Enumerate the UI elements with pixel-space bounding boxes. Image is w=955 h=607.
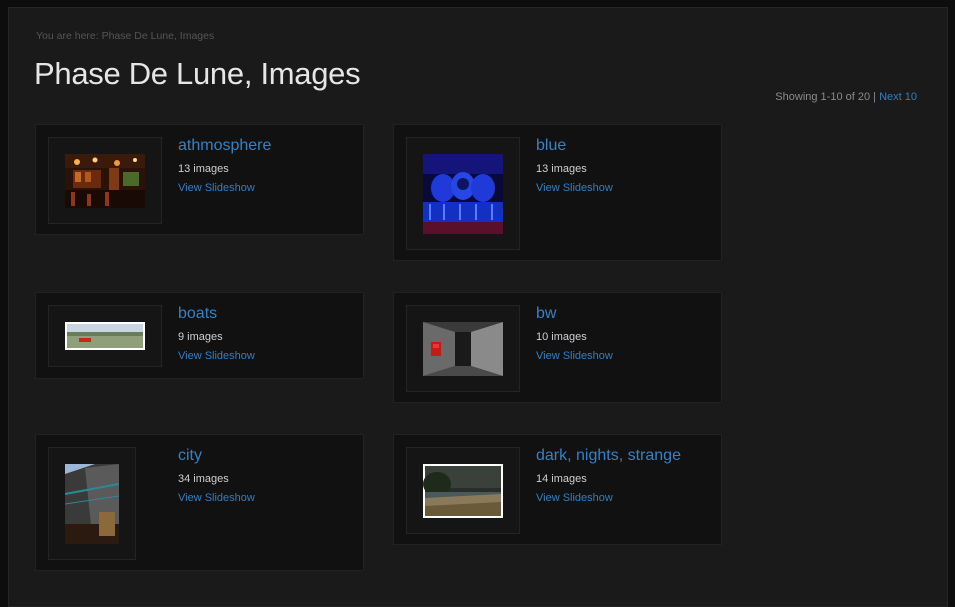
album-title-link[interactable]: blue [536,137,613,155]
album-thumbnail-frame[interactable] [48,447,136,560]
album-thumbnail-image[interactable] [423,154,503,234]
album-thumbnail-image[interactable] [65,322,145,350]
pagination: Showing 1-10 of 20 | Next 10 [775,91,917,103]
view-slideshow-link[interactable]: View Slideshow [536,350,613,362]
album-title-link[interactable]: bw [536,305,613,323]
album-card-bw: bw 10 images View Slideshow [393,292,722,403]
content-frame: You are here: Phase De Lune, Images Phas… [8,7,948,607]
album-image-count: 13 images [536,163,587,175]
album-info: dark, nights, strange 14 images View Sli… [536,447,681,504]
album-card-dark-nights-strange: dark, nights, strange 14 images View Sli… [393,434,722,545]
album-title-link[interactable]: athmosphere [178,137,271,155]
album-info: boats 9 images View Slideshow [178,305,255,362]
album-image-count: 13 images [178,163,229,175]
album-card-blue: blue 13 images View Slideshow [393,124,722,261]
album-image-count: 34 images [178,473,229,485]
next-page-link[interactable]: Next 10 [879,91,917,103]
album-image-count: 10 images [536,331,587,343]
breadcrumb: You are here: Phase De Lune, Images [36,30,215,42]
album-title-link[interactable]: boats [178,305,255,323]
page-title: Phase De Lune, Images [34,56,361,91]
album-thumbnail-frame[interactable] [48,305,162,367]
album-thumbnail-image[interactable] [65,464,119,544]
view-slideshow-link[interactable]: View Slideshow [536,492,681,504]
album-thumbnail-frame[interactable] [406,305,520,392]
album-thumbnail-frame[interactable] [406,447,520,534]
album-thumbnail-image[interactable] [423,322,503,376]
pagination-separator: | [873,91,877,103]
album-card-athmosphere: athmosphere 13 images View Slideshow [35,124,364,235]
album-info: blue 13 images View Slideshow [536,137,613,194]
album-info: athmosphere 13 images View Slideshow [178,137,271,194]
view-slideshow-link[interactable]: View Slideshow [536,182,613,194]
album-info: bw 10 images View Slideshow [536,305,613,362]
album-thumbnail-frame[interactable] [48,137,162,224]
view-slideshow-link[interactable]: View Slideshow [178,350,255,362]
view-slideshow-link[interactable]: View Slideshow [178,182,271,194]
album-thumbnail-image[interactable] [423,464,503,518]
album-card-city: city 34 images View Slideshow [35,434,364,571]
pagination-status: Showing 1-10 of 20 [775,91,871,103]
view-slideshow-link[interactable]: View Slideshow [178,492,255,504]
album-title-link[interactable]: dark, nights, strange [536,447,681,465]
album-thumbnail-image[interactable] [65,154,145,208]
album-thumbnail-frame[interactable] [406,137,520,250]
album-info: city 34 images View Slideshow [178,447,255,504]
album-image-count: 9 images [178,331,223,343]
album-image-count: 14 images [536,473,587,485]
album-title-link[interactable]: city [178,447,255,465]
album-card-boats: boats 9 images View Slideshow [35,292,364,379]
